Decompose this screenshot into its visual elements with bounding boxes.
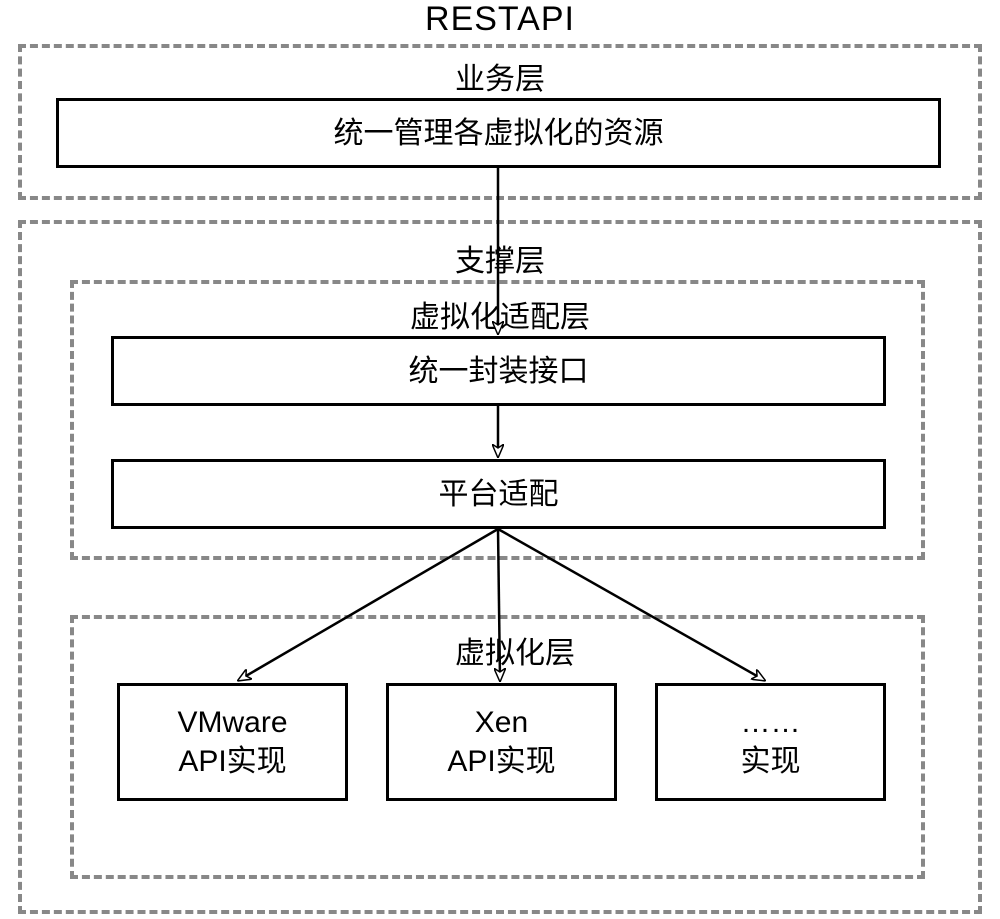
virtualization-layer-label: 虚拟化层 <box>435 628 595 672</box>
diagram-title: RESTAPI <box>0 0 1000 39</box>
vmware-line2: API实现 <box>178 742 286 781</box>
adapter-layer-label: 虚拟化适配层 <box>400 292 600 336</box>
other-api-box: …… 实现 <box>655 683 886 801</box>
unified-interface-box: 统一封装接口 <box>111 336 886 406</box>
diagram-canvas: RESTAPI 业务层 统一管理各虚拟化的资源 支撑层 虚拟化适配层 统一封装接… <box>0 0 1000 919</box>
unified-management-text: 统一管理各虚拟化的资源 <box>334 114 664 153</box>
other-line2: 实现 <box>741 742 801 781</box>
unified-interface-text: 统一封装接口 <box>409 352 589 391</box>
vmware-api-box: VMware API实现 <box>117 683 348 801</box>
platform-adapter-box: 平台适配 <box>111 459 886 529</box>
xen-line2: API实现 <box>447 742 555 781</box>
xen-line1: Xen <box>475 703 528 742</box>
business-layer-label: 业务层 <box>430 54 570 98</box>
platform-adapter-text: 平台适配 <box>439 475 559 514</box>
other-line1: …… <box>741 703 801 742</box>
support-layer-label: 支撑层 <box>430 236 570 280</box>
vmware-line1: VMware <box>177 703 287 742</box>
xen-api-box: Xen API实现 <box>386 683 617 801</box>
unified-management-box: 统一管理各虚拟化的资源 <box>56 98 941 168</box>
